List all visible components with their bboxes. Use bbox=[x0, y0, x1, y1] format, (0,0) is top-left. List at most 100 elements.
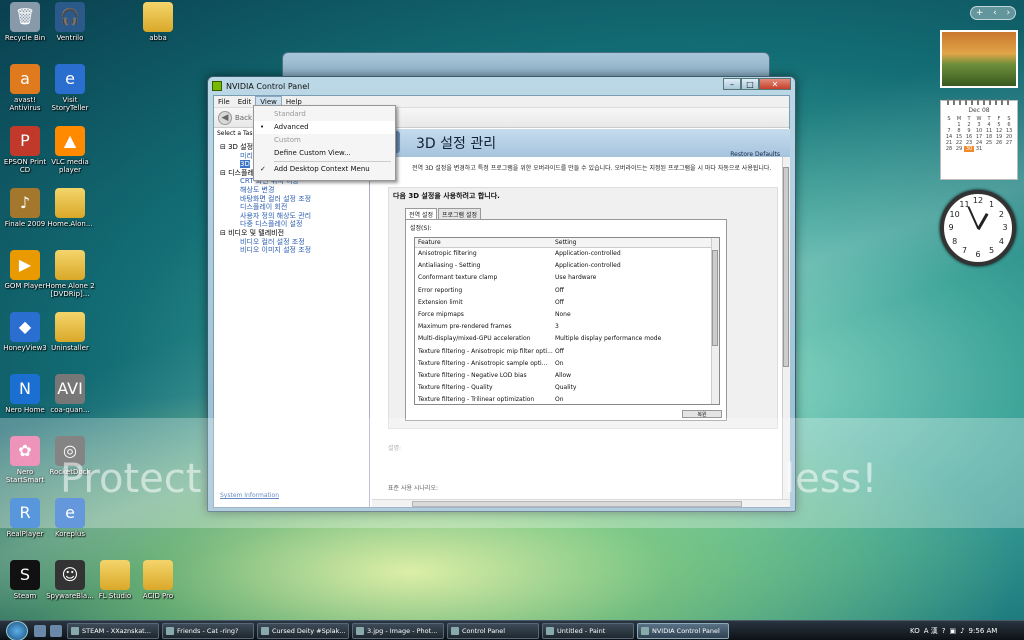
add-gadget-icon[interactable]: + bbox=[976, 8, 984, 18]
back-label[interactable]: Back bbox=[235, 114, 252, 122]
setting-cell[interactable]: None bbox=[555, 309, 705, 321]
table-row[interactable]: Texture filtering - Anisotropic mip filt… bbox=[415, 346, 719, 358]
grid-scrollbar[interactable] bbox=[711, 238, 719, 404]
desktop-icon[interactable]: a avast! Antivirus bbox=[0, 64, 50, 112]
horizontal-scroll-thumb[interactable] bbox=[412, 501, 742, 507]
tree-item[interactable]: 비디오 컬러 설정 조정 bbox=[220, 238, 311, 247]
quicklaunch-desktop-icon[interactable] bbox=[34, 624, 46, 637]
clock-time[interactable]: 9:56 AM bbox=[969, 627, 998, 635]
desktop-icon[interactable]: 🎧 Ventrilo bbox=[45, 2, 95, 42]
calendar-day[interactable]: 28 bbox=[944, 146, 954, 152]
setting-cell[interactable]: Multiple display performance mode bbox=[555, 333, 705, 345]
setting-cell[interactable]: Use hardware bbox=[555, 272, 705, 284]
network-icon[interactable]: ▣ bbox=[949, 627, 956, 635]
table-row[interactable]: Force mipmaps None bbox=[415, 309, 719, 321]
table-row[interactable]: Conformant texture clamp Use hardware bbox=[415, 272, 719, 284]
content-scrollbar[interactable] bbox=[782, 157, 790, 499]
setting-cell[interactable]: Allow bbox=[555, 370, 705, 382]
calendar-gadget[interactable]: Dec 08 S M T W T F S 1 2 3 4 5 6 7 8 9 10 11 12 13 14 15 16 17 1… bbox=[940, 99, 1018, 180]
tree-item[interactable]: 비디오 이미지 설정 조정 bbox=[220, 246, 311, 255]
setting-cell[interactable]: Application-controlled bbox=[555, 260, 705, 272]
taskbar-button[interactable]: Cursed Deity #Splak... bbox=[257, 622, 349, 639]
sidebar-gadget-controls[interactable]: + ‹ › bbox=[970, 6, 1016, 20]
table-row[interactable]: Maximum pre-rendered frames 3 bbox=[415, 321, 719, 333]
setting-cell[interactable]: Off bbox=[555, 297, 705, 309]
close-button[interactable]: ✕ bbox=[759, 78, 791, 90]
maximize-button[interactable]: □ bbox=[741, 78, 759, 90]
back-arrow-icon[interactable]: ◀ bbox=[218, 110, 232, 125]
title-bar[interactable]: NVIDIA Control Panel – □ ✕ bbox=[208, 77, 795, 95]
setting-cell[interactable]: Off bbox=[555, 285, 705, 297]
chevron-right-icon[interactable]: › bbox=[1006, 8, 1010, 18]
setting-cell[interactable]: Off bbox=[555, 346, 705, 358]
column-header-setting[interactable]: Setting bbox=[555, 238, 705, 247]
setting-cell[interactable]: On bbox=[555, 358, 705, 370]
desktop-icon[interactable]: Uninstaller bbox=[45, 312, 95, 352]
column-header-feature[interactable]: Feature bbox=[415, 238, 555, 247]
taskbar-button[interactable]: 3.jpg - Image - Phot... bbox=[352, 622, 444, 639]
clock-gadget[interactable]: 12 1 2 3 4 5 6 7 8 9 10 11 bbox=[940, 190, 1016, 266]
quicklaunch-switch-icon[interactable] bbox=[50, 624, 62, 637]
desktop-icon[interactable]: AVI coa-quan... bbox=[45, 374, 95, 414]
table-row[interactable]: Error reporting Off bbox=[415, 285, 719, 297]
tree-item[interactable]: 다중 디스플레이 설정 bbox=[220, 220, 311, 229]
menu-item-define-custom-view[interactable]: Define Custom View... bbox=[254, 147, 395, 160]
setting-cell[interactable]: 3 bbox=[555, 321, 705, 333]
menu-file[interactable]: File bbox=[214, 96, 234, 108]
table-row[interactable]: Extension limit Off bbox=[415, 297, 719, 309]
tree-item[interactable]: 디스플레이 회전 bbox=[220, 203, 311, 212]
restore-defaults-link[interactable]: Restore Defaults bbox=[730, 151, 780, 158]
desktop-icon[interactable]: Home.Alon... bbox=[45, 188, 95, 228]
table-row[interactable]: Anisotropic filtering Application-control… bbox=[415, 248, 719, 260]
tree-category[interactable]: ⊟ 비디오 및 텔레비전 bbox=[220, 229, 311, 238]
setting-cell[interactable]: Quality bbox=[555, 382, 705, 394]
restore-button[interactable]: 복원 bbox=[682, 410, 722, 418]
ime-indicator[interactable]: A 漢 bbox=[924, 626, 938, 636]
menu-item-advanced[interactable]: • Advanced bbox=[254, 121, 395, 134]
table-row[interactable]: Texture filtering - Anisotropic sample o… bbox=[415, 358, 719, 370]
desktop-icon[interactable]: e Visit StoryTeller bbox=[45, 64, 95, 112]
desktop-icon[interactable]: P EPSON Print CD bbox=[0, 126, 50, 174]
taskbar-button[interactable]: NVIDIA Control Panel bbox=[637, 622, 729, 639]
calendar-day[interactable]: 29 bbox=[954, 146, 964, 152]
desktop-icon[interactable]: ♪ Finale 2009 bbox=[0, 188, 50, 228]
desktop-icon[interactable]: S Steam bbox=[0, 560, 50, 600]
desktop-icon[interactable]: 🗑 Recycle Bin bbox=[0, 2, 50, 42]
menu-item-add-desktop-context-menu[interactable]: ✓ Add Desktop Context Menu bbox=[254, 163, 395, 176]
setting-cell[interactable]: On bbox=[555, 394, 705, 404]
table-row[interactable]: Antialiasing - Setting Application-contro… bbox=[415, 260, 719, 272]
desktop-icon[interactable]: ACID Pro bbox=[133, 560, 183, 600]
desktop-icon[interactable]: R RealPlayer bbox=[0, 498, 50, 538]
desktop-icon[interactable]: abba bbox=[133, 2, 183, 42]
language-indicator[interactable]: KO bbox=[910, 627, 920, 635]
system-information-link[interactable]: System Information bbox=[220, 492, 279, 499]
taskbar-button[interactable]: Control Panel bbox=[447, 622, 539, 639]
desktop-icon[interactable]: ▲ VLC media player bbox=[45, 126, 95, 174]
table-row[interactable]: Texture filtering - Negative LOD bias All… bbox=[415, 370, 719, 382]
desktop-icon[interactable]: ◆ HoneyView3 bbox=[0, 312, 50, 352]
start-button[interactable] bbox=[6, 620, 28, 640]
setting-cell[interactable]: Application-controlled bbox=[555, 248, 705, 260]
slideshow-gadget[interactable] bbox=[940, 30, 1018, 88]
help-icon[interactable]: ? bbox=[942, 627, 946, 635]
taskbar-button[interactable]: Untitled - Paint bbox=[542, 622, 634, 639]
desktop-icon[interactable]: ▶ GOM Player bbox=[0, 250, 50, 290]
tree-item[interactable]: 해상도 변경 bbox=[220, 186, 311, 195]
table-row[interactable]: Texture filtering - Quality Quality bbox=[415, 382, 719, 394]
taskbar-button[interactable]: Friends - Cat -ring? bbox=[162, 622, 254, 639]
content-scroll-thumb[interactable] bbox=[783, 167, 789, 367]
desktop-icon[interactable]: ✿ Nero StartSmart bbox=[0, 436, 50, 484]
table-row[interactable]: Texture filtering - Trilinear optimizati… bbox=[415, 394, 719, 404]
desktop-icon[interactable]: N Nero Home bbox=[0, 374, 50, 414]
taskbar-button[interactable]: STEAM - XXaznskat... bbox=[67, 622, 159, 639]
grid-scroll-thumb[interactable] bbox=[712, 250, 718, 346]
table-row[interactable]: Multi-display/mixed-GPU acceleration Mult… bbox=[415, 333, 719, 345]
desktop-icon[interactable]: Home Alone 2 [DVDRip]... bbox=[45, 250, 95, 298]
tree-item[interactable]: 바탕화면 컬러 설정 조정 bbox=[220, 195, 311, 204]
minimize-button[interactable]: – bbox=[723, 78, 741, 90]
desktop-icon[interactable]: e Koreplus bbox=[45, 498, 95, 538]
horizontal-scrollbar[interactable] bbox=[372, 499, 790, 507]
desktop-icon[interactable]: ◎ RocketDock bbox=[45, 436, 95, 476]
calendar-day[interactable]: 31 bbox=[974, 146, 984, 152]
volume-icon[interactable]: ♪ bbox=[960, 627, 964, 635]
